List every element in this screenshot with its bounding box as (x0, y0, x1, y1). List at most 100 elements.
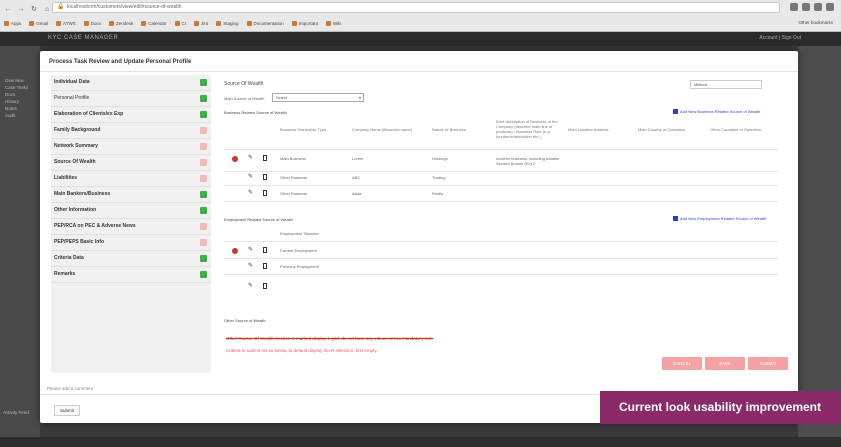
nav-item[interactable]: Criteria Data (51, 251, 211, 267)
status-icon (200, 239, 207, 246)
delete-icon[interactable] (232, 156, 238, 162)
app-sidebar-item[interactable]: Notes (5, 106, 17, 111)
nav-item-label: Criteria Data (54, 255, 84, 261)
forward-icon[interactable]: → (16, 4, 26, 14)
nav-item[interactable]: Individual Data (51, 75, 211, 91)
app-header (0, 32, 841, 46)
app-status-bar (0, 437, 841, 447)
bookmark-item[interactable]: Gmail (29, 20, 48, 26)
back-icon[interactable]: ← (3, 4, 13, 14)
edit-icon[interactable]: ✎ (248, 263, 253, 269)
status-icon (200, 255, 207, 262)
comment-input[interactable]: Please add a comment (47, 386, 93, 391)
lock-icon: 🔒 (57, 4, 65, 10)
bookmark-item[interactable]: Apps (4, 20, 21, 26)
nav-item[interactable]: Main Bankers/Business (51, 187, 211, 203)
nav-item-label: Elaboration of Clients/ex Exp (54, 111, 124, 117)
reload-icon[interactable]: ↻ (29, 4, 39, 14)
nav-item-label: Source Of Wealth (54, 159, 96, 165)
bookmark-label: CI (181, 20, 187, 26)
bookmark-item[interactable]: Jira (194, 20, 208, 26)
menu-icon[interactable] (826, 3, 834, 11)
profile-icon[interactable] (814, 3, 822, 11)
add-icon (673, 216, 678, 222)
url-text: localhost/crm/customers/view/edit#source… (67, 4, 182, 10)
currency-select[interactable]: Millions (690, 80, 762, 89)
app-sidebar-item[interactable]: Overview (5, 78, 24, 83)
app-sidebar: Overview Case Tasks Docs History Notes Audit (0, 46, 40, 447)
nav-item[interactable]: Liabilities (51, 171, 211, 187)
cancel-button[interactable]: CANCEL (662, 357, 702, 370)
edit-icon[interactable]: ✎ (248, 283, 253, 289)
extension-icon[interactable] (802, 3, 810, 11)
app-sidebar-item[interactable]: History (5, 99, 19, 104)
table-header: Other Countries of Operation (710, 127, 762, 132)
bookmark-item[interactable]: Docs (83, 20, 101, 26)
app-user-menu[interactable]: Account | Sign Out (759, 35, 801, 41)
add-business-link[interactable]: Add New Business Related Source of Wealt… (673, 109, 760, 115)
main-source-select[interactable]: Select ▾ (272, 93, 364, 102)
bookmarks-bar: Apps Gmail ATWS Docs Zendesk Calendar CI Jira St… (0, 17, 841, 29)
bookmark-item[interactable]: ATWS (56, 20, 76, 26)
url-bar[interactable]: 🔒 localhost/crm/customers/view/edit#sour… (52, 2, 780, 13)
bookmark-item[interactable]: Staging (216, 20, 239, 26)
nav-item-label: Network Summary (54, 143, 98, 149)
nav-item[interactable]: Family Background (51, 123, 211, 139)
table-cell: Holdings (432, 156, 448, 161)
app-sidebar-item[interactable]: Docs (5, 92, 15, 97)
copy-icon[interactable] (263, 155, 267, 161)
table-cell: Other Business (280, 175, 308, 180)
status-icon (200, 159, 207, 166)
app-sidebar-item[interactable]: Case Tasks (5, 85, 28, 90)
nav-item[interactable]: Remarks (51, 267, 211, 283)
status-icon (200, 175, 207, 182)
table-divider (224, 258, 778, 259)
delete-icon[interactable] (232, 248, 238, 254)
other-bookmarks[interactable]: Other bookmarks (798, 17, 833, 29)
edit-icon[interactable]: ✎ (248, 174, 253, 180)
nav-item-label: Personal Profile (54, 95, 90, 101)
bookmark-item[interactable]: Documentation (246, 20, 284, 26)
copy-icon[interactable] (263, 247, 267, 253)
status-icon (200, 191, 207, 198)
employment-cell: Current Employment (280, 248, 317, 253)
copy-icon[interactable] (263, 263, 267, 269)
bookmark-item[interactable]: Zendesk (108, 20, 133, 26)
nav-item[interactable]: Other Information (51, 203, 211, 219)
copy-icon[interactable] (263, 174, 267, 180)
app-bottom-note: Activity Feed (3, 410, 29, 415)
bookmark-item[interactable]: CI (174, 20, 187, 26)
edit-icon[interactable]: ✎ (248, 247, 253, 253)
status-icon (200, 127, 207, 134)
employment-cell: Previous Employment (280, 264, 319, 269)
submit-button[interactable]: Submit (54, 405, 80, 416)
star-icon[interactable] (790, 3, 798, 11)
edit-icon[interactable]: ✎ (248, 155, 253, 161)
bookmark-icon (108, 20, 114, 26)
add-employment-link[interactable]: Add New Employment Related Source of Wea… (673, 216, 767, 222)
nav-item[interactable]: PEP/RCA on PEC & Adverse News (51, 219, 211, 235)
edit-icon[interactable]: ✎ (248, 190, 253, 196)
nav-item-label: Main Bankers/Business (54, 191, 111, 197)
copy-icon[interactable] (263, 283, 267, 289)
nav-item[interactable]: PEP/PEPS Basic Info (51, 235, 211, 251)
home-icon[interactable]: ⌂ (42, 4, 52, 14)
nav-item[interactable]: Source Of Wealth (51, 155, 211, 171)
submit-section-button[interactable]: SUBMIT (748, 357, 788, 370)
nav-item[interactable]: Personal Profile (51, 91, 211, 107)
business-title: Business Related Source of Wealth (224, 110, 287, 115)
add-employment-label: Add New Employment Related Source of Wea… (680, 216, 767, 221)
table-cell: Realty (432, 191, 444, 196)
bookmark-item[interactable]: Calendar (141, 20, 167, 26)
bookmark-item[interactable]: Important (291, 20, 318, 26)
app-sidebar-item[interactable]: Audit (5, 113, 15, 118)
bookmark-item[interactable]: Wiki (325, 20, 341, 26)
browser-chrome: ← → ↻ ⌂ 🔒 localhost/crm/customers/view/e… (0, 0, 841, 32)
nav-item[interactable]: Elaboration of Clients/ex Exp (51, 107, 211, 123)
table-header: Main Country of Operation (638, 127, 685, 132)
table-header: Brief description of Business of the Com… (496, 119, 558, 139)
table-divider (224, 241, 778, 242)
copy-icon[interactable] (263, 190, 267, 196)
save-button[interactable]: SAVE (705, 357, 745, 370)
nav-item[interactable]: Network Summary (51, 139, 211, 155)
